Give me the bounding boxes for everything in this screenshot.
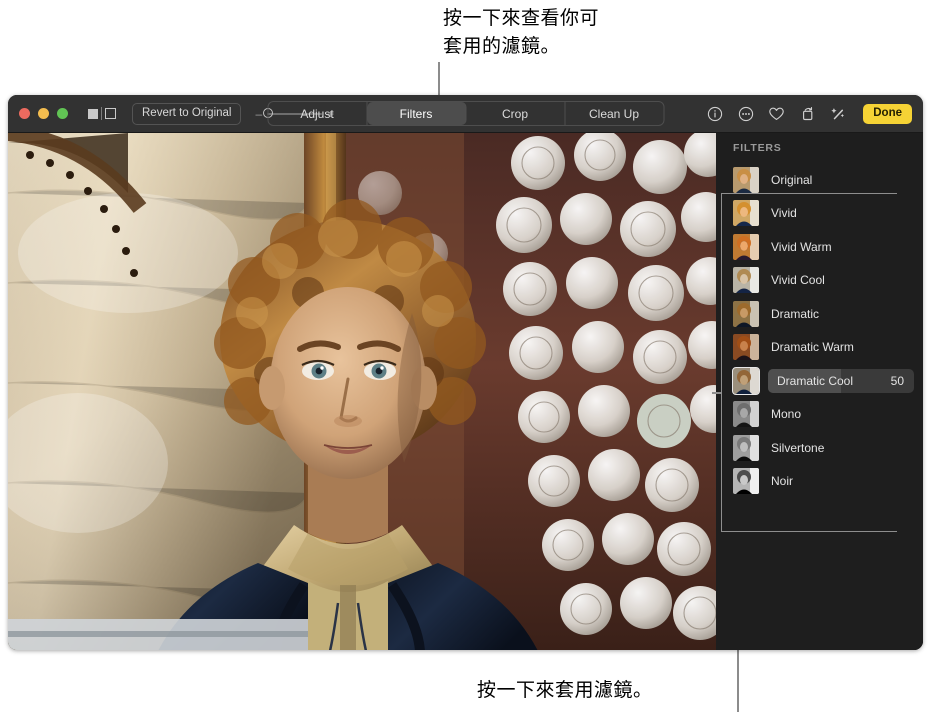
- favorite-heart-icon[interactable]: [768, 105, 785, 122]
- edit-mode-tabs: Adjust Filters Crop Clean Up: [267, 101, 664, 126]
- filter-item-mono[interactable]: Mono: [725, 398, 923, 432]
- enhance-wand-icon[interactable]: [830, 105, 847, 122]
- filter-item-vivid-cool[interactable]: Vivid Cool: [725, 264, 923, 298]
- filter-thumbnail: [733, 166, 759, 193]
- single-view-icon[interactable]: [88, 108, 98, 119]
- minimize-button[interactable]: [38, 108, 49, 119]
- filter-item-noir[interactable]: Noir: [725, 465, 923, 499]
- screenshot-root: 按一下來查看你可 套用的濾鏡。 按一下來套用濾鏡。 Revert to Orig…: [0, 0, 931, 718]
- filter-item-original[interactable]: Original: [725, 163, 923, 197]
- info-icon[interactable]: [706, 105, 723, 122]
- tab-clean-up[interactable]: Clean Up: [565, 102, 663, 125]
- filter-row-content: Silvertone: [771, 436, 923, 460]
- more-options-icon[interactable]: [737, 105, 754, 122]
- close-button[interactable]: [19, 108, 30, 119]
- annotation-top: 按一下來查看你可 套用的濾鏡。: [443, 7, 600, 57]
- filter-item-dramatic-cool[interactable]: Dramatic Cool 50: [725, 364, 923, 398]
- filter-thumbnail: [733, 401, 759, 428]
- tab-adjust[interactable]: Adjust: [268, 102, 367, 125]
- filter-item-dramatic-warm[interactable]: Dramatic Warm: [725, 331, 923, 365]
- zoom-out-icon[interactable]: –: [255, 108, 262, 120]
- edited-photo: [8, 133, 716, 650]
- filter-label: Vivid: [771, 206, 797, 221]
- filter-row-content: Mono: [771, 402, 923, 426]
- filter-label: Original: [771, 172, 813, 187]
- photo-canvas[interactable]: [8, 133, 716, 650]
- revert-to-original-button[interactable]: Revert to Original: [132, 102, 242, 125]
- filters-sidebar: FILTERS Original Vivid Vivid Warm Vivid …: [712, 133, 923, 650]
- filter-label: Noir: [771, 474, 794, 489]
- filter-label: Dramatic Warm: [771, 340, 854, 355]
- filter-label: Silvertone: [771, 440, 825, 455]
- filter-row-content[interactable]: Dramatic Cool 50: [768, 368, 914, 393]
- filter-thumbnail: [733, 200, 759, 227]
- filter-label: Mono: [771, 407, 802, 422]
- done-button[interactable]: Done: [863, 103, 912, 124]
- toggle-divider: [101, 107, 102, 120]
- window-body: FILTERS Original Vivid Vivid Warm Vivid …: [8, 133, 923, 650]
- photos-edit-window: Revert to Original – + Adjust Filters Cr…: [8, 95, 923, 650]
- annotation-bottom: 按一下來套用濾鏡。: [477, 679, 653, 701]
- filter-thumbnail: [733, 300, 759, 327]
- toolbar-actions: Done: [706, 103, 912, 124]
- filter-thumbnail: [732, 366, 760, 395]
- filter-intensity-value: 50: [890, 373, 904, 388]
- view-mode-toggle[interactable]: [88, 107, 116, 120]
- filter-label: Dramatic: [771, 306, 820, 321]
- filters-panel-title: FILTERS: [733, 142, 782, 154]
- filter-thumbnail: [733, 334, 759, 361]
- filter-row-content: Dramatic: [771, 302, 923, 326]
- tab-filters[interactable]: Filters: [367, 102, 466, 125]
- filter-row-content: Noir: [771, 469, 923, 493]
- filter-item-silvertone[interactable]: Silvertone: [725, 431, 923, 465]
- zoom-button[interactable]: [57, 108, 68, 119]
- filter-row-content: Vivid Warm: [771, 235, 923, 259]
- filter-row-content: Vivid: [771, 201, 923, 225]
- filter-thumbnail: [733, 468, 759, 495]
- filter-item-vivid[interactable]: Vivid: [725, 197, 923, 231]
- tab-crop[interactable]: Crop: [466, 102, 565, 125]
- filter-row-content: Vivid Cool: [771, 268, 923, 292]
- filter-thumbnail: [733, 233, 759, 260]
- rotate-icon[interactable]: [799, 105, 816, 122]
- filter-label: Dramatic Cool: [777, 373, 854, 388]
- split-view-icon[interactable]: [105, 108, 116, 119]
- filter-label: Vivid Cool: [771, 273, 825, 288]
- filter-thumbnail: [733, 434, 759, 461]
- filters-list: Original Vivid Vivid Warm Vivid Cool Dra…: [712, 163, 923, 532]
- filter-thumbnail: [733, 267, 759, 294]
- filter-item-vivid-warm[interactable]: Vivid Warm: [725, 230, 923, 264]
- filter-label: Vivid Warm: [771, 239, 832, 254]
- traffic-lights: [19, 108, 68, 119]
- filter-row-content: Dramatic Warm: [771, 335, 923, 359]
- filter-item-dramatic[interactable]: Dramatic: [725, 297, 923, 331]
- filter-row-content: Original: [771, 168, 923, 192]
- toolbar: Revert to Original – + Adjust Filters Cr…: [8, 95, 923, 133]
